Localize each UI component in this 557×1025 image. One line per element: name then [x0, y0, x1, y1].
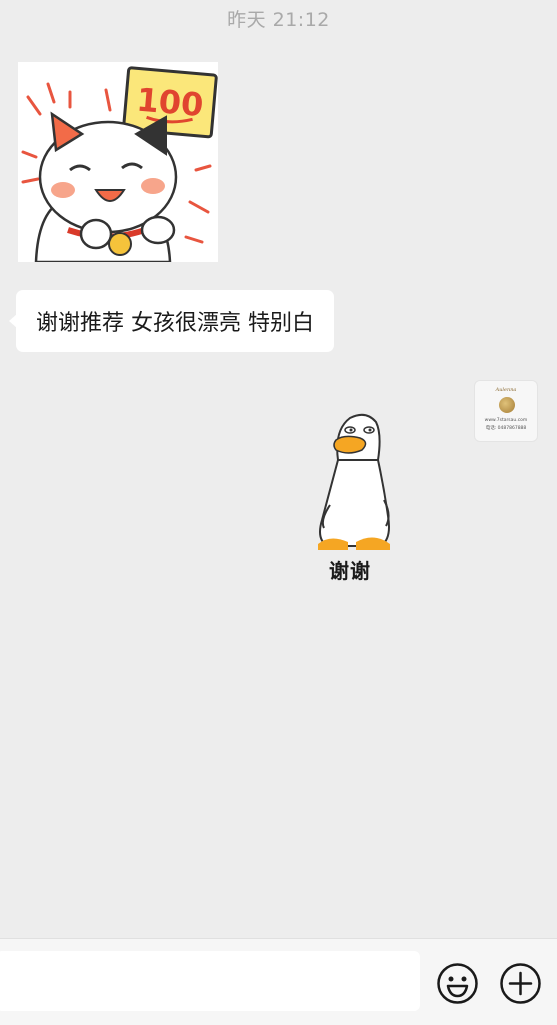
incoming-message-bubble[interactable]: 谢谢推荐 女孩很漂亮 特别白 [9, 290, 334, 352]
smiley-face-icon [437, 963, 478, 1004]
avatar-logo-icon [499, 397, 515, 413]
lucky-cat-sticker[interactable]: 100 [18, 62, 218, 264]
message-timestamp: 昨天 21:12 [227, 9, 330, 31]
avatar-brand-text: Aulenna [495, 387, 517, 393]
self-avatar[interactable]: Aulenna www.7starsau.com 电话: 0487867888 [474, 380, 538, 442]
message-input[interactable] [0, 951, 420, 1011]
avatar-website-text: www.7starsau.com [484, 418, 528, 423]
avatar-phone-text: 电话: 0487867888 [485, 426, 527, 431]
incoming-message-text: 谢谢推荐 女孩很漂亮 特别白 [36, 311, 314, 336]
sign-text: 100 [135, 80, 205, 124]
lucky-cat-sticker-icon: 100 [21, 66, 218, 264]
emoji-button[interactable] [435, 961, 480, 1006]
duck-sticker-caption: 谢谢 [329, 559, 371, 583]
chat-input-bar [0, 938, 557, 1025]
plus-circle-icon [500, 963, 541, 1004]
more-actions-button[interactable] [498, 961, 543, 1006]
duck-sticker-icon [318, 413, 390, 550]
duck-thanks-sticker[interactable]: 谢谢 [300, 400, 400, 590]
